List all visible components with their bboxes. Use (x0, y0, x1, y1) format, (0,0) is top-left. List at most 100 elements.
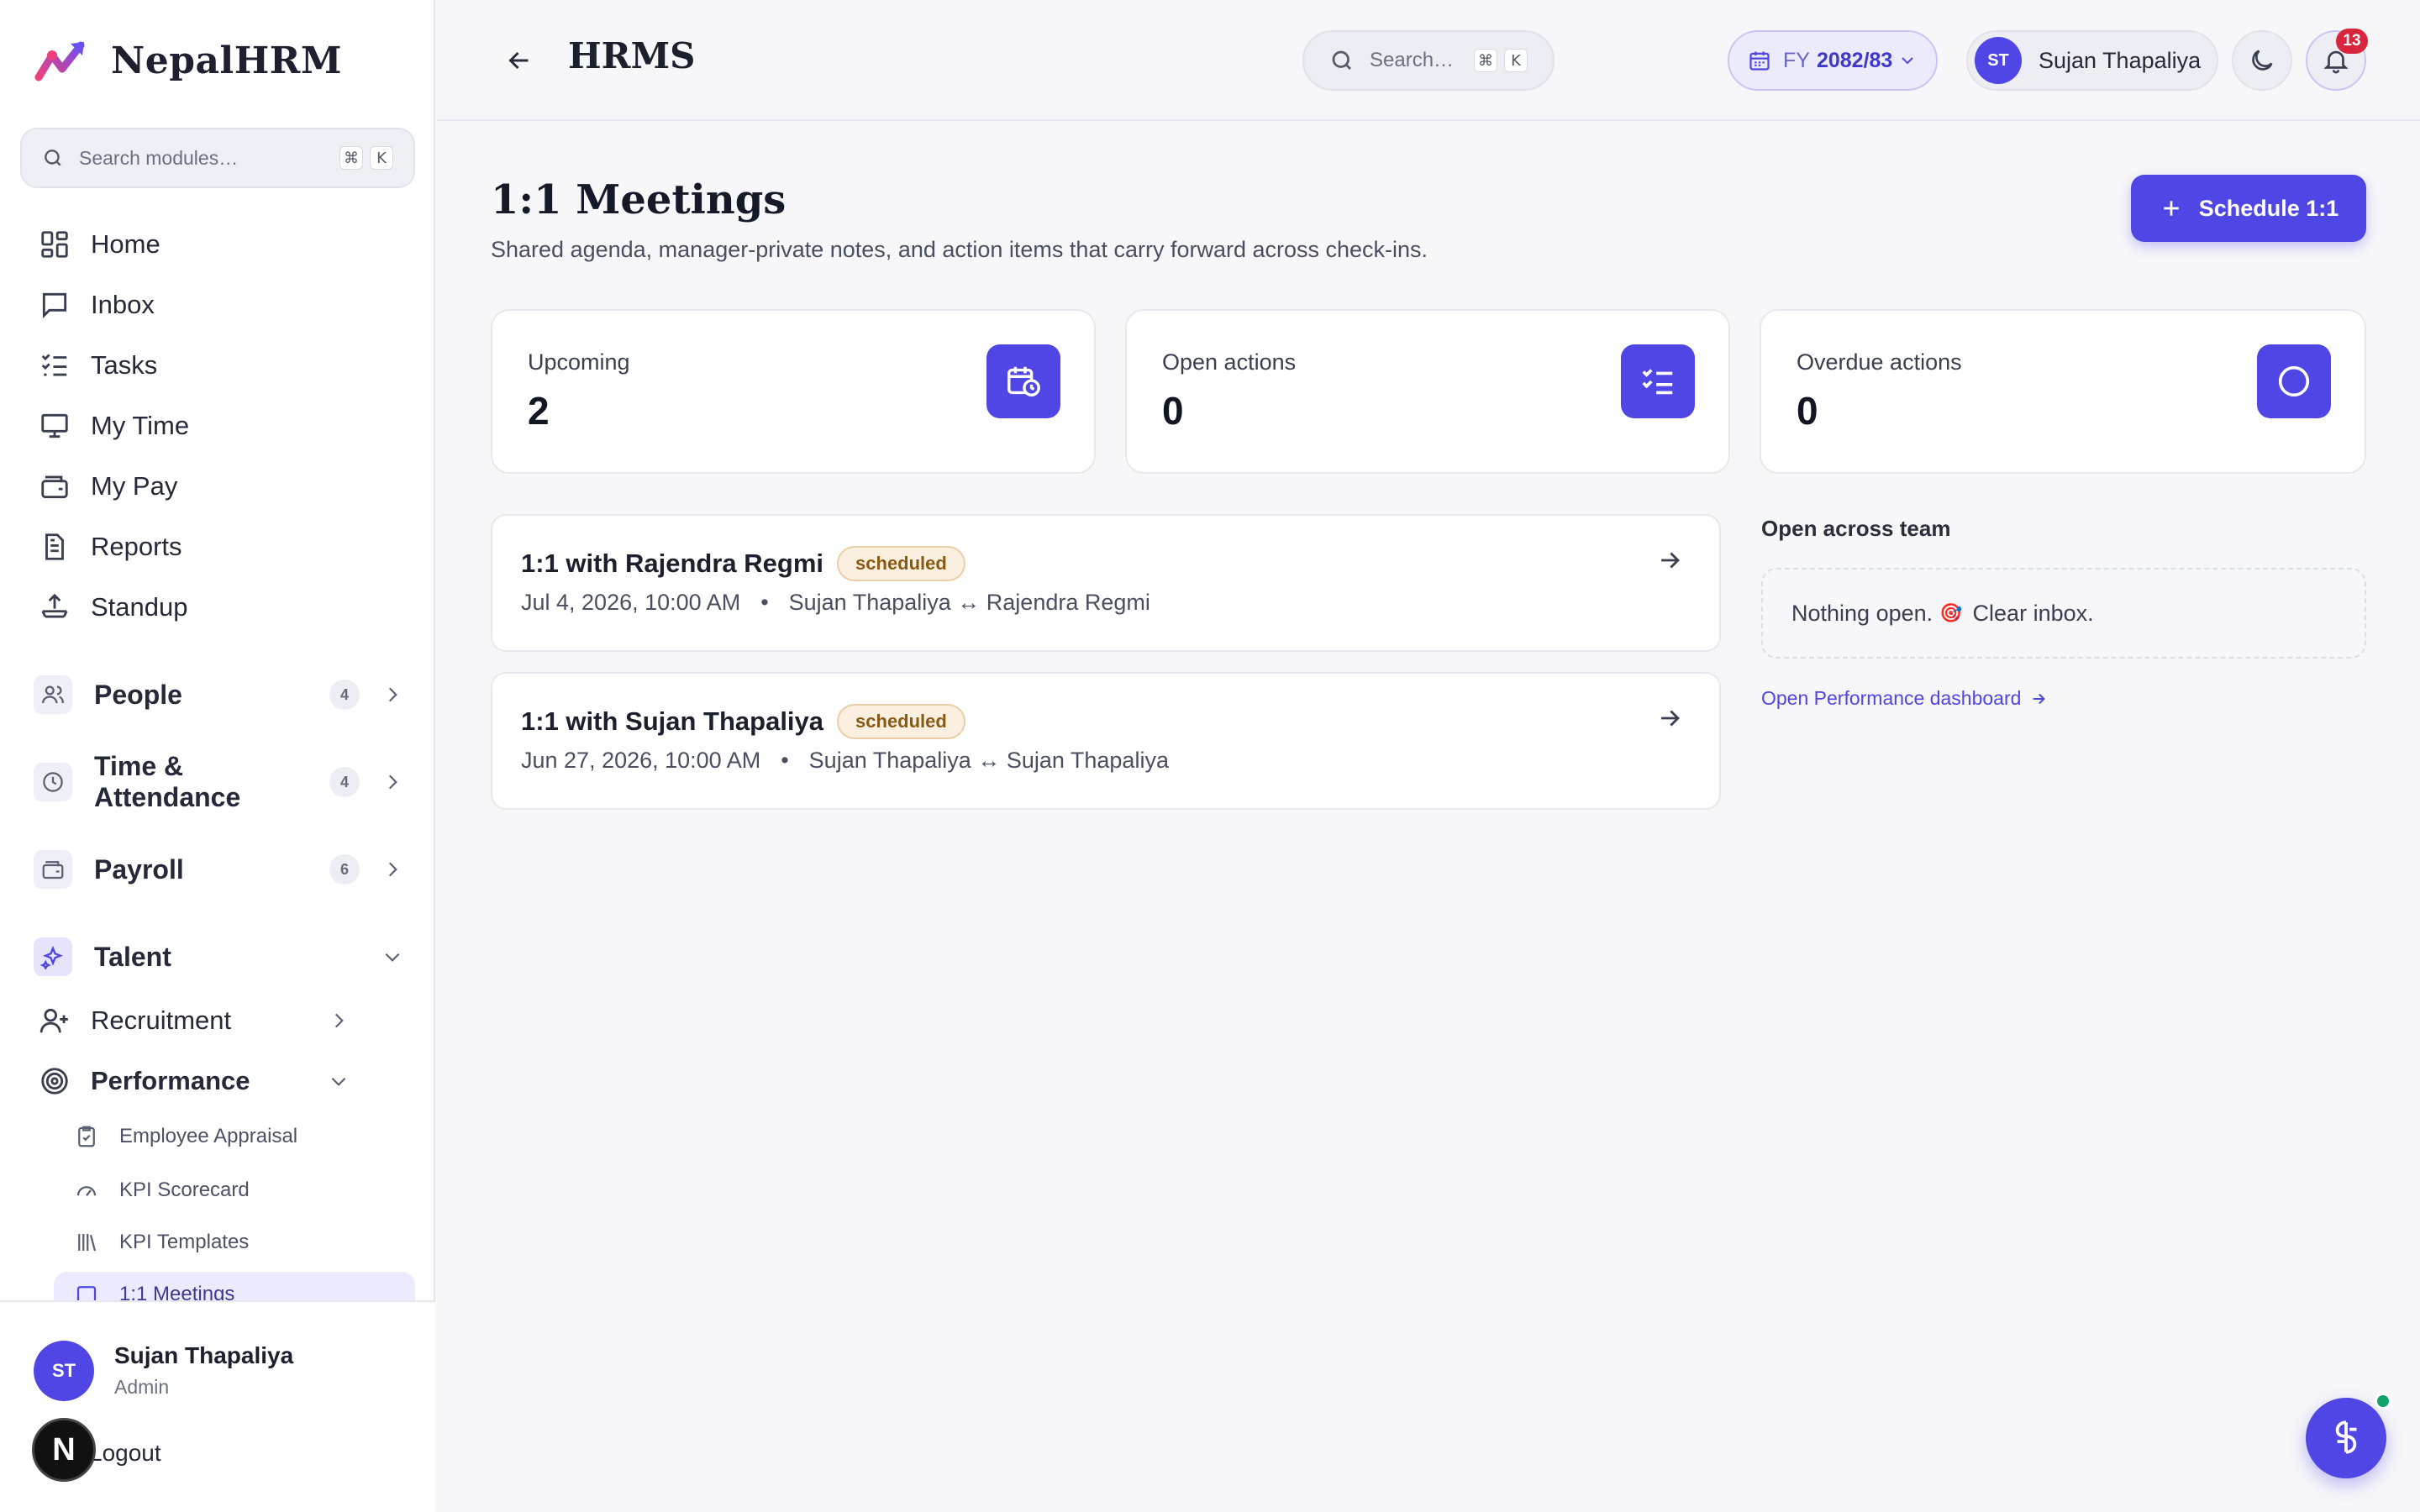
sidebar-item-performance[interactable]: Performance (39, 1058, 350, 1105)
meta-separator: • (760, 590, 769, 615)
chevron-down-icon (1902, 57, 1913, 65)
sidebar-subitem-kpi-scorecard[interactable]: KPI Scorecard (74, 1169, 250, 1211)
brand[interactable]: NepalHRM (34, 37, 342, 84)
top-bar: HRMS Search… ⌘ K FY 2082/83 ST Sujan Tha… (437, 0, 2420, 121)
assistant-fab-button[interactable] (2306, 1398, 2386, 1478)
team-panel-empty-state: Nothing open. 🎯 Clear inbox. (1761, 568, 2366, 659)
sidebar-item-my-pay[interactable]: My Pay (39, 463, 177, 510)
library-icon (78, 1234, 97, 1252)
list-check-icon (39, 349, 71, 381)
chevron-right-icon (334, 1013, 344, 1028)
brand-name: NepalHRM (111, 39, 343, 82)
meeting-title-wrap: 1:1 with Rajendra Regmi scheduled (521, 546, 965, 581)
sidebar-group-time-attendance[interactable]: Time & Attendance 4 (34, 751, 403, 812)
sidebar-item-recruitment[interactable]: Recruitment (39, 997, 350, 1044)
theme-toggle-button[interactable] (2232, 30, 2292, 91)
performance-dashboard-link[interactable]: Open Performance dashboard (1761, 687, 2048, 710)
meeting-date: Jun 27, 2026, 10:00 AM (521, 748, 761, 773)
global-search-input[interactable]: Search… ⌘ K (1302, 30, 1555, 91)
sidebar-group-label: Time & Attendance (94, 751, 241, 812)
notification-count-badge: 13 (2336, 29, 2368, 54)
sidebar-group-talent[interactable]: Talent (34, 932, 403, 982)
schedule-1-1-button[interactable]: Schedule 1:1 (2131, 175, 2366, 242)
status-badge: scheduled (837, 704, 965, 739)
sidebar-item-label: Recruitment (91, 1005, 232, 1035)
sidebar-subitem-label: Employee Appraisal (119, 1125, 298, 1147)
meeting-title: 1:1 with Sujan Thapaliya (521, 706, 824, 736)
meeting-row[interactable]: 1:1 with Rajendra Regmi scheduled Jul 4,… (491, 514, 1721, 652)
stat-label: Open actions (1162, 349, 1297, 375)
meeting-meta: Jun 27, 2026, 10:00 AM • Sujan Thapaliya… (521, 748, 1169, 774)
link-label: Open Performance dashboard (1761, 687, 2022, 709)
brand-logo-icon (34, 41, 85, 81)
grid-icon (39, 228, 71, 260)
meeting-row[interactable]: 1:1 with Sujan Thapaliya scheduled Jun 2… (491, 672, 1721, 810)
shortcut-cmd: ⌘ (1474, 49, 1497, 72)
sidebar-item-label: Home (91, 229, 160, 259)
sidebar-item-tasks[interactable]: Tasks (39, 342, 157, 389)
avatar[interactable]: ST (34, 1341, 94, 1401)
stat-label: Overdue actions (1797, 349, 1962, 375)
sidebar-search-input[interactable]: Search modules… ⌘ K (20, 128, 415, 188)
sidebar-item-home[interactable]: Home (39, 221, 160, 268)
assistant-icon (2335, 1420, 2357, 1454)
user-menu[interactable]: ST Sujan Thapaliya (1966, 30, 2218, 91)
notifications-button[interactable]: 13 (2306, 29, 2368, 91)
meta-separator: • (781, 748, 789, 773)
fiscal-year-selector[interactable]: FY 2082/83 (1728, 30, 1938, 91)
sidebar-item-my-time[interactable]: My Time (39, 402, 189, 449)
sidebar-item-label: Tasks (91, 350, 158, 380)
wallet-icon (39, 470, 71, 502)
standup-icon (39, 591, 71, 623)
online-status-dot (2375, 1393, 2391, 1410)
moon-icon (2252, 50, 2273, 71)
circle-icon (2257, 344, 2331, 418)
sidebar-group-people[interactable]: People 4 (34, 669, 403, 720)
gauge-icon (76, 1186, 97, 1196)
sidebar-search-placeholder: Search modules… (79, 146, 239, 169)
document-icon (39, 531, 71, 563)
plus-icon (2163, 201, 2179, 216)
stat-card-upcoming: Upcoming 2 (491, 309, 1096, 474)
arrow-right-icon[interactable] (1655, 546, 1684, 575)
wallet-icon (34, 850, 72, 889)
shortcut-k: K (370, 146, 393, 170)
sidebar-group-label: Talent (94, 941, 171, 972)
schedule-button-label: Schedule 1:1 (2198, 195, 2339, 221)
user-menu-name: Sujan Thapaliya (2039, 47, 2202, 73)
sidebar-item-label: Reports (91, 532, 182, 561)
count-badge: 6 (329, 854, 360, 885)
sidebar-group-payroll[interactable]: Payroll 6 (34, 844, 403, 895)
empty-state-suffix: Clear inbox. (1972, 600, 2094, 626)
global-search-placeholder: Search… (1370, 49, 1455, 71)
meeting-participants: Sujan Thapaliya ↔ Rajendra Regmi (788, 590, 1150, 615)
sidebar: NepalHRM Search modules… ⌘ K Home Inbox … (0, 0, 435, 1512)
stat-value: 0 (1797, 389, 1818, 433)
sidebar-subitem-kpi-templates[interactable]: KPI Templates (74, 1221, 249, 1263)
chevron-right-icon (388, 774, 397, 790)
stat-card-open-actions: Open actions 0 (1125, 309, 1730, 474)
sidebar-item-inbox[interactable]: Inbox (39, 281, 155, 328)
sidebar-item-label: My Time (91, 411, 190, 440)
sidebar-subitem-employee-appraisal[interactable]: Employee Appraisal (74, 1116, 297, 1158)
chevron-right-icon (388, 862, 397, 877)
meeting-title-wrap: 1:1 with Sujan Thapaliya scheduled (521, 704, 965, 739)
meeting-meta: Jul 4, 2026, 10:00 AM • Sujan Thapaliya … (521, 590, 1150, 616)
page-header-title: HRMS (568, 35, 696, 76)
shortcut-cmd: ⌘ (339, 146, 363, 170)
page-subtitle: Shared agenda, manager-private notes, an… (491, 237, 1428, 262)
sidebar-item-reports[interactable]: Reports (39, 523, 182, 570)
meeting-participants: Sujan Thapaliya ↔ Sujan Thapaliya (808, 748, 1169, 773)
sidebar-item-standup[interactable]: Standup (39, 584, 188, 631)
message-icon (39, 289, 71, 321)
clipboard-check-icon (78, 1126, 95, 1147)
arrow-right-icon[interactable] (1655, 704, 1684, 732)
fiscal-year-value: 2082/83 (1816, 48, 1893, 72)
users-icon (34, 675, 72, 714)
back-arrow-icon[interactable] (504, 45, 534, 76)
chevron-down-icon (331, 1077, 346, 1086)
dev-tools-badge[interactable]: N (32, 1418, 96, 1482)
avatar: ST (1975, 37, 2022, 84)
target-icon (39, 1065, 71, 1097)
logout-button[interactable]: Logout (89, 1440, 161, 1467)
